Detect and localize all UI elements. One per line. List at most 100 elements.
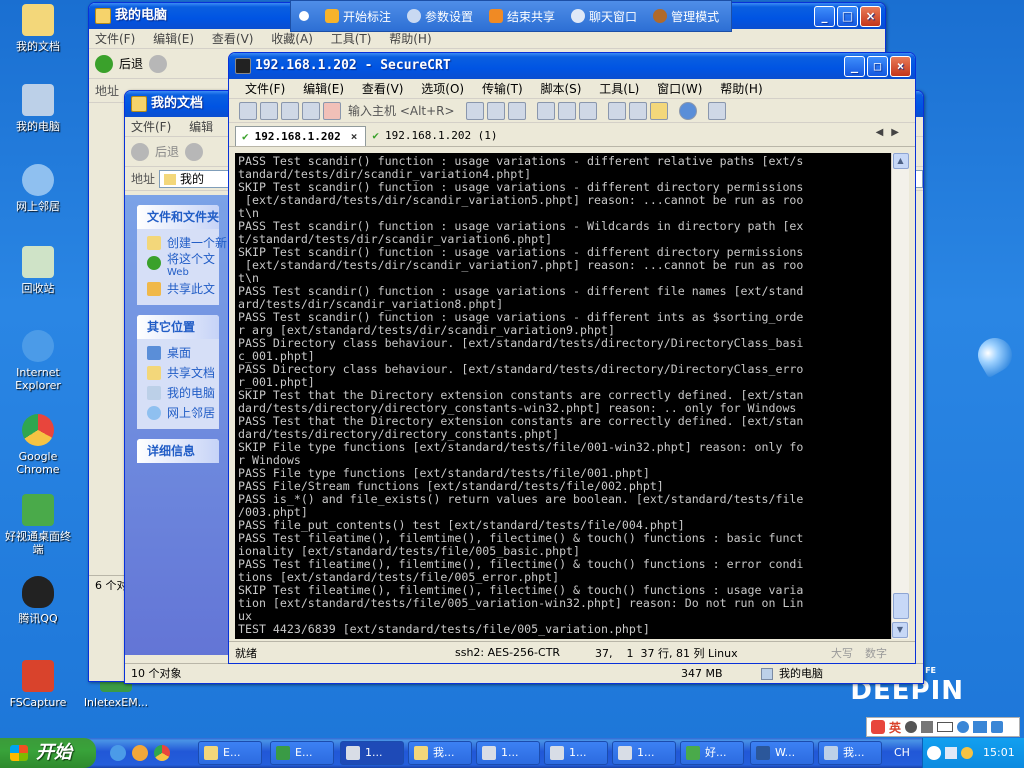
menu-help[interactable]: 帮助(H) <box>389 32 431 46</box>
taskbar-button-explorer-1[interactable]: E... <box>198 741 262 765</box>
taskbar-button-my-computer[interactable]: 我... <box>818 741 882 765</box>
keymap-icon[interactable] <box>707 101 726 120</box>
pin-button[interactable] <box>299 11 309 21</box>
keyboard-icon[interactable] <box>937 722 954 732</box>
host-input[interactable]: 输入主机 <Alt+R> <box>348 102 455 119</box>
menu-tools[interactable]: 工具(T) <box>331 32 372 46</box>
tab-scroll-arrows[interactable]: ◀▶ <box>876 127 907 138</box>
tab-session-2[interactable]: ✔ 192.168.1.202 (1) <box>366 126 505 146</box>
menu-view[interactable]: 查看(V) <box>362 82 404 96</box>
menu-edit[interactable]: 编辑(E) <box>303 82 344 96</box>
forward-arrow-icon[interactable] <box>185 142 204 161</box>
copy-icon[interactable] <box>465 101 484 120</box>
quicklaunch-browser-icon[interactable] <box>132 745 148 761</box>
find-icon[interactable] <box>507 101 526 120</box>
connect-tab-icon[interactable] <box>281 101 299 120</box>
tab-session-1[interactable]: ✔ 192.168.1.202 × <box>235 126 367 146</box>
print-setup-icon[interactable] <box>536 101 555 120</box>
close-tab-icon[interactable]: × <box>351 128 358 146</box>
desktop-icon-internet-explorer[interactable]: Internet Explorer <box>0 330 76 392</box>
place-my-computer[interactable]: 我的电脑 <box>147 383 219 403</box>
menu-file[interactable]: 文件(F) <box>95 32 135 46</box>
tray-expand-icon[interactable] <box>927 746 941 760</box>
place-network[interactable]: 网上邻居 <box>147 403 219 423</box>
menu-file[interactable]: 文件(F) <box>245 82 285 96</box>
menu-file[interactable]: 文件(F) <box>131 120 171 134</box>
clock[interactable]: 15:01 <box>983 738 1015 768</box>
start-button[interactable]: 开始 <box>0 738 96 768</box>
menu-edit[interactable]: 编辑(E) <box>153 32 194 46</box>
key-icon[interactable] <box>649 101 668 120</box>
quicklaunch-ie-icon[interactable] <box>110 745 126 761</box>
minimize-button[interactable]: _ <box>814 6 835 27</box>
language-indicator[interactable]: CH <box>894 738 910 768</box>
quicklaunch-chrome-icon[interactable] <box>154 745 170 761</box>
scroll-thumb[interactable] <box>893 593 909 619</box>
task-new-folder[interactable]: 创建一个新 <box>147 233 227 253</box>
menu-tools[interactable]: 工具(L) <box>599 82 639 96</box>
desktop-icon-my-computer[interactable]: 我的电脑 <box>0 84 76 133</box>
taskbar-button-window-6[interactable]: 1... <box>544 741 608 765</box>
global-options-icon[interactable] <box>628 101 647 120</box>
shirt-icon[interactable] <box>973 721 988 733</box>
print-selection-icon[interactable] <box>578 101 597 120</box>
ime-mode[interactable]: 英 <box>889 719 901 736</box>
taskbar-button-explorer-2[interactable]: E... <box>270 741 334 765</box>
sogou-icon[interactable] <box>871 720 885 734</box>
place-desktop[interactable]: 桌面 <box>147 343 219 363</box>
back-arrow-icon[interactable] <box>95 54 113 73</box>
desktop-icon-chrome[interactable]: Google Chrome <box>0 414 76 476</box>
close-button[interactable]: × <box>860 6 881 27</box>
session-options-icon[interactable] <box>607 101 626 120</box>
moon-icon[interactable] <box>905 721 918 733</box>
desktop-icon-network[interactable]: 网上邻居 <box>0 164 76 213</box>
print-icon[interactable] <box>557 101 576 120</box>
reconnect-icon[interactable] <box>302 101 320 120</box>
scroll-up-button[interactable]: ▲ <box>892 153 909 169</box>
desktop-icon-qq[interactable]: 腾讯QQ <box>0 576 76 625</box>
quick-connect-icon[interactable] <box>260 101 278 120</box>
taskbar-button-securecrt[interactable]: 1... <box>340 741 404 765</box>
network-icon[interactable] <box>961 747 973 759</box>
wrench-icon[interactable] <box>991 721 1004 733</box>
connect-icon[interactable] <box>239 101 257 120</box>
menu-edit[interactable]: 编辑 <box>189 120 213 134</box>
punctuation-icon[interactable] <box>921 721 934 733</box>
place-shared-docs[interactable]: 共享文档 <box>147 363 219 383</box>
menu-options[interactable]: 选项(O) <box>421 82 464 96</box>
menu-window[interactable]: 窗口(W) <box>657 82 702 96</box>
forward-arrow-icon[interactable] <box>149 54 168 73</box>
help-icon[interactable] <box>678 101 697 120</box>
task-publish-web[interactable]: 将这个文 Web <box>147 253 219 279</box>
chat-window-button[interactable]: 聊天窗口 <box>571 8 637 25</box>
menu-view[interactable]: 查看(V) <box>212 32 254 46</box>
admin-mode-button[interactable]: 管理模式 <box>653 8 719 25</box>
end-share-button[interactable]: 结束共享 <box>489 8 555 25</box>
task-share-folder[interactable]: 共享此文 <box>147 279 219 299</box>
taskbar-button-window-7[interactable]: 1... <box>612 741 676 765</box>
menu-help[interactable]: 帮助(H) <box>720 82 762 96</box>
securecrt-titlebar[interactable]: 192.168.1.202 - SecureCRT _ □ × <box>229 53 915 79</box>
menu-favorites[interactable]: 收藏(A) <box>271 32 313 46</box>
menu-transfer[interactable]: 传输(T) <box>482 82 523 96</box>
start-annotate-button[interactable]: 开始标注 <box>325 8 391 25</box>
details-header[interactable]: 详细信息 <box>137 439 219 463</box>
terminal-scrollbar[interactable]: ▲ ▼ <box>891 153 909 639</box>
taskbar-button-my-documents[interactable]: 我... <box>408 741 472 765</box>
menu-script[interactable]: 脚本(S) <box>540 82 581 96</box>
minimize-button[interactable]: _ <box>844 56 865 77</box>
volume-icon[interactable] <box>945 747 957 759</box>
back-button[interactable]: 后退 <box>155 143 179 160</box>
disconnect-icon[interactable] <box>323 101 341 120</box>
back-button[interactable]: 后退 <box>119 55 143 72</box>
terminal-output[interactable]: PASS Test scandir() function : usage var… <box>235 153 891 639</box>
desktop-icon-fscapture[interactable]: FSCapture <box>0 660 76 709</box>
close-button[interactable]: × <box>890 56 911 77</box>
file-tasks-header[interactable]: 文件和文件夹 <box>137 205 219 229</box>
taskbar-button-video-terminal[interactable]: 好... <box>680 741 744 765</box>
desktop-icon-recycle-bin[interactable]: 回收站 <box>0 246 76 295</box>
other-places-header[interactable]: 其它位置 <box>137 315 219 339</box>
maximize-button[interactable]: □ <box>837 6 858 27</box>
back-arrow-icon[interactable] <box>131 142 149 161</box>
settings-button[interactable]: 参数设置 <box>407 8 473 25</box>
